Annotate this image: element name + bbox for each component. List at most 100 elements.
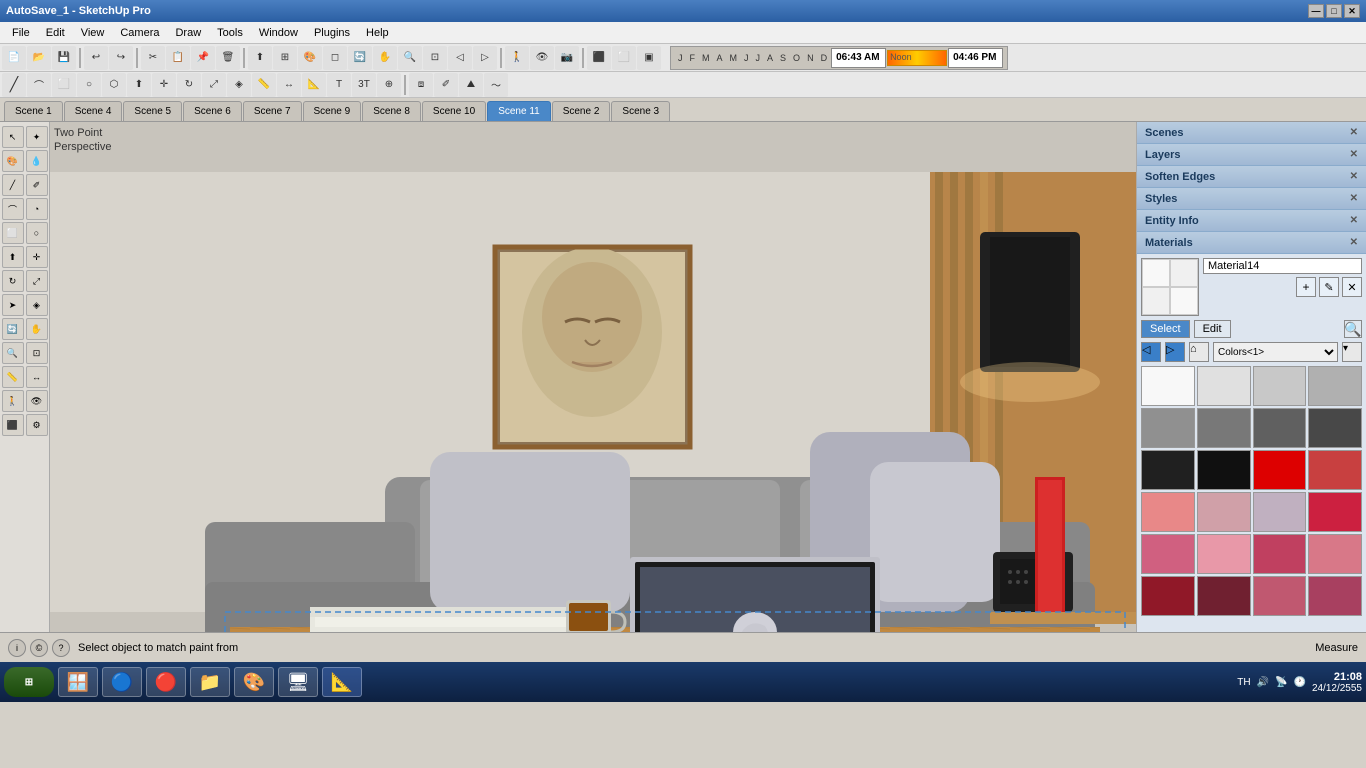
select-btn[interactable]: Select [1141,320,1190,338]
mat-menu-btn[interactable]: ▾ [1342,342,1362,362]
tray-vol[interactable]: 🔊 [1257,677,1269,688]
swatch-rose4[interactable] [1308,534,1362,574]
tb-protractor[interactable]: 📐 [302,73,326,97]
tb-3dtext[interactable]: 3T [352,73,376,97]
tb-move[interactable]: ✛ [152,73,176,97]
mat-create-btn[interactable]: + [1296,277,1316,297]
tb-circle[interactable]: ○ [77,73,101,97]
materials-close[interactable]: ✕ [1350,237,1358,248]
swatch-rose1[interactable] [1141,534,1195,574]
tb-display-section[interactable]: ▣ [637,46,661,70]
taskbar-app-explorer[interactable]: 📁 [190,667,230,697]
freehand-tool[interactable]: ✐ [26,174,48,196]
scene-tab-11[interactable]: Scene 11 [487,101,551,121]
tb-save[interactable]: 💾 [52,46,76,70]
taskbar-app-2[interactable]: 🔵 [102,667,142,697]
paint-tool[interactable]: 🎨 [2,150,24,172]
home-btn[interactable]: ⌂ [1189,342,1209,362]
layers-close[interactable]: ✕ [1350,149,1358,160]
move-tool[interactable]: ✛ [26,246,48,268]
swatch-pink2[interactable] [1197,492,1251,532]
scene-tab-10[interactable]: Scene 10 [422,101,486,121]
menu-window[interactable]: Window [251,22,306,43]
minimize-button[interactable]: — [1308,4,1324,18]
status-help[interactable]: ? [52,639,70,657]
menu-tools[interactable]: Tools [209,22,251,43]
rectangle-tool[interactable]: ⬜ [2,222,24,244]
scene-tab-7[interactable]: Scene 7 [243,101,302,121]
sun-position[interactable]: Noon [887,50,947,66]
tb-rotate[interactable]: ↻ [177,73,201,97]
soften-close[interactable]: ✕ [1350,171,1358,182]
swatch-rose5[interactable] [1253,576,1307,616]
menu-plugins[interactable]: Plugins [306,22,358,43]
swatch-black2[interactable] [1197,450,1251,490]
offset-tool[interactable]: ◈ [26,294,48,316]
styles-close[interactable]: ✕ [1350,193,1358,204]
time-sunset[interactable]: 04:46 PM [948,48,1003,68]
rotate-tool[interactable]: ↻ [2,270,24,292]
swatch-gray4[interactable] [1141,408,1195,448]
menu-view[interactable]: View [73,22,113,43]
tb-zoom[interactable]: 🔍 [398,46,422,70]
tb-erase2[interactable]: ◻ [323,46,347,70]
tb-sandbox[interactable]: ⛰ [459,73,483,97]
taskbar-app-5[interactable]: 🖥 [278,667,318,697]
edit-btn[interactable]: Edit [1194,320,1231,338]
tb-copy[interactable]: 📋 [166,46,190,70]
scene-tab-9[interactable]: Scene 9 [303,101,362,121]
menu-help[interactable]: Help [358,22,397,43]
swatch-gray5[interactable] [1197,408,1251,448]
pan-tool[interactable]: ✋ [26,318,48,340]
tray-time-icon[interactable]: 🕐 [1293,677,1305,688]
select-tool[interactable]: ↖ [2,126,24,148]
section-plane-tool[interactable]: ⬛ [2,414,24,436]
swatch-rose2[interactable] [1197,534,1251,574]
tb-nextview[interactable]: ▷ [473,46,497,70]
lookat-tool[interactable]: 👁 [26,390,48,412]
viewport[interactable]: Two Point Perspective [50,122,1136,632]
tb-pushpull[interactable]: ⬆ [127,73,151,97]
tray-net[interactable]: 📡 [1275,677,1287,688]
swatch-pink3[interactable] [1253,492,1307,532]
scene-tab-2[interactable]: Scene 2 [552,101,611,121]
scene-tab-1[interactable]: Scene 1 [4,101,63,121]
menu-camera[interactable]: Camera [112,22,167,43]
tb-scale[interactable]: ⤢ [202,73,226,97]
swatch-gray7[interactable] [1308,408,1362,448]
materials-panel-header[interactable]: Materials ✕ [1137,232,1366,254]
taskbar-app-photoshop[interactable]: 🎨 [234,667,274,697]
status-copyright[interactable]: © [30,639,48,657]
advanced-tool[interactable]: ⚙ [26,414,48,436]
menu-edit[interactable]: Edit [38,22,73,43]
tb-section-plane[interactable]: ⬛ [587,46,611,70]
scene-tab-8[interactable]: Scene 8 [362,101,421,121]
entity-panel-header[interactable]: Entity Info ✕ [1137,210,1366,232]
tb-undo[interactable]: ↩ [84,46,108,70]
swatch-black1[interactable] [1141,450,1195,490]
line-tool[interactable]: ╱ [2,174,24,196]
swatch-gray1[interactable] [1197,366,1251,406]
color-list-select[interactable]: Colors<1> [1213,342,1338,362]
tb-polygon[interactable]: ⬡ [102,73,126,97]
scene-tab-4[interactable]: Scene 4 [64,101,123,121]
start-button[interactable]: ⊞ [4,667,54,697]
circle-tool[interactable]: ○ [26,222,48,244]
tb-new[interactable]: 📄 [2,46,26,70]
tb-paint[interactable]: 🎨 [298,46,322,70]
tb-zoomext[interactable]: ⊡ [423,46,447,70]
swatch-white1[interactable] [1141,366,1195,406]
swatch-red1[interactable] [1253,450,1307,490]
swatch-darkred1[interactable] [1141,576,1195,616]
tb-smooth[interactable]: 〜 [484,73,508,97]
swatch-gray6[interactable] [1253,408,1307,448]
followme-tool[interactable]: ➤ [2,294,24,316]
taskbar-app-windows[interactable]: 🪟 [58,667,98,697]
tb-erase[interactable]: 🗑 [216,46,240,70]
color-fwd-btn[interactable]: ▷ [1165,342,1185,362]
swatch-gray2[interactable] [1253,366,1307,406]
tb-text[interactable]: T [327,73,351,97]
tb-tape[interactable]: 📏 [252,73,276,97]
lasso-tool[interactable]: ✦ [26,126,48,148]
scale-tool[interactable]: ⤢ [26,270,48,292]
